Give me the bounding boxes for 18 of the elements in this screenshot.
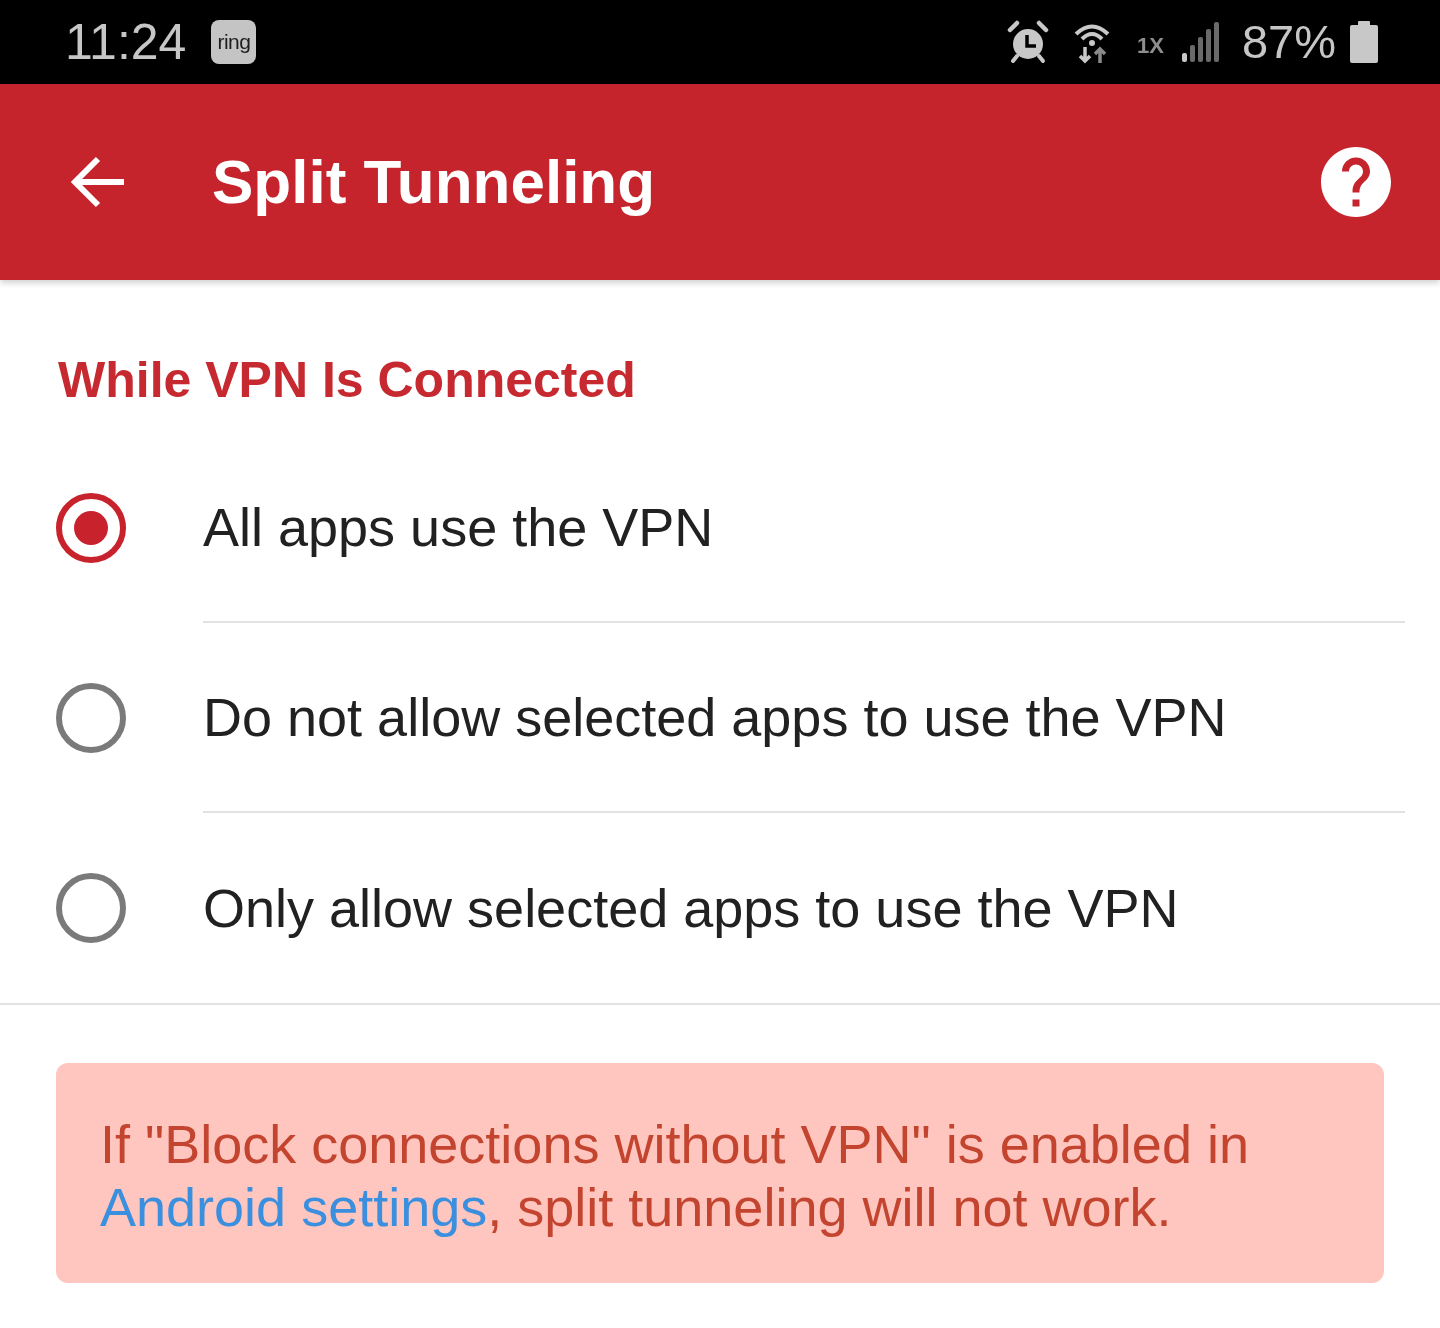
status-time: 11:24 [65,14,187,70]
option-label[interactable]: All apps use the VPN [203,495,714,559]
network-type-label: 1X [1137,33,1164,59]
option-label[interactable]: Do not allow selected apps to use the VPN [203,685,1227,749]
radio-button[interactable] [56,493,126,563]
screen-title: Split Tunneling [212,146,656,218]
radio-button[interactable] [56,873,126,943]
option-label[interactable]: Only allow selected apps to use the VPN [203,876,1179,940]
alarm-clock-icon [1006,20,1050,64]
radio-button[interactable] [56,683,126,753]
warning-text: If "Block connections without VPN" is enabled in Android settings, split tunneling will not work. [100,1113,1250,1239]
notification-badge: ring [211,20,257,64]
section-heading: While VPN Is Connected [58,351,637,410]
battery-percent: 87% [1241,14,1336,70]
battery-icon [1350,21,1378,63]
back-arrow-icon[interactable] [70,156,126,208]
signal-bars-icon [1181,22,1220,62]
help-icon[interactable] [1321,147,1391,217]
